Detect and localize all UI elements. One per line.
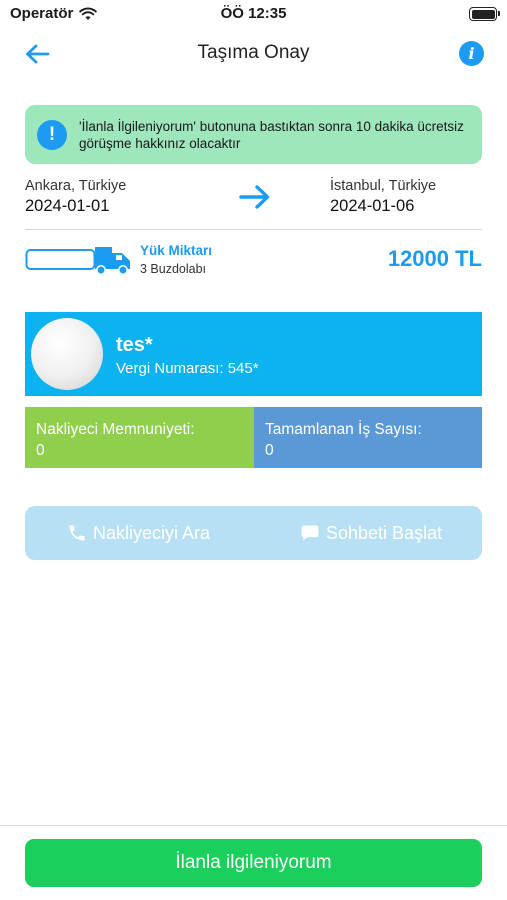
destination-date: 2024-01-06 [330, 197, 415, 215]
carrier-tax-number: Vergi Numarası: 545* [116, 360, 259, 377]
divider [25, 229, 482, 230]
origin-date: 2024-01-01 [25, 197, 110, 215]
phone-icon [69, 525, 85, 541]
satisfaction-value: 0 [36, 442, 45, 459]
page-title: Taşıma Onay [197, 42, 310, 63]
interested-button[interactable]: İlanla ilgileniyorum [25, 839, 482, 887]
alert-icon: ! [37, 119, 67, 150]
load-value: 3 Buzdolabı [140, 262, 207, 276]
completed-jobs-value: 0 [265, 442, 274, 459]
info-icon: i [468, 44, 475, 63]
chat-bubble-icon [301, 525, 319, 541]
status-time: ÖÖ 12:35 [220, 5, 287, 22]
battery-icon [469, 7, 500, 21]
nav-bar: Taşıma Onay i [0, 30, 507, 78]
bottom-divider [0, 825, 507, 826]
origin-city: Ankara, Türkiye [25, 178, 127, 194]
start-chat-button[interactable]: Sohbeti Başlat [300, 506, 442, 560]
load-label: Yük Miktarı [140, 243, 213, 258]
completed-jobs-label: Tamamlanan İş Sayısı: [265, 421, 422, 438]
arrow-right-icon [239, 185, 270, 209]
carrier-card[interactable]: tes* Vergi Numarası: 545* [25, 312, 482, 396]
call-carrier-button[interactable]: Nakliyeciyi Ara [67, 506, 210, 560]
route-summary: Ankara, Türkiye 2024-01-01 İstanbul, Tür… [25, 176, 482, 228]
avatar [31, 318, 103, 390]
completed-jobs-stat: Tamamlanan İş Sayısı: 0 [254, 407, 482, 468]
contact-actions: Nakliyeciyi Ara Sohbeti Başlat [25, 506, 482, 560]
carrier-stats: Nakliyeci Memnuniyeti: 0 Tamamlanan İş S… [25, 407, 482, 468]
notice-text: 'İlanla İlgileniyorum' butonuna bastıkta… [79, 118, 464, 151]
start-chat-label: Sohbeti Başlat [326, 522, 443, 543]
load-info: Yük Miktarı 3 Buzdolabı 12000 TL [25, 240, 482, 280]
info-button[interactable]: i [459, 41, 484, 66]
info-notice: ! 'İlanla İlgileniyorum' butonuna bastık… [25, 105, 482, 164]
satisfaction-stat: Nakliyeci Memnuniyeti: 0 [25, 407, 254, 468]
truck-icon [25, 247, 130, 275]
destination-city: İstanbul, Türkiye [330, 178, 437, 194]
carrier-name: tes* [116, 334, 153, 356]
call-carrier-label: Nakliyeciyi Ara [93, 522, 211, 543]
route-origin: Ankara, Türkiye 2024-01-01 [25, 178, 126, 216]
price: 12000 TL [387, 246, 482, 271]
satisfaction-label: Nakliyeci Memnuniyeti: [36, 421, 195, 438]
status-bar: Operatör ÖÖ 12:35 [0, 0, 507, 30]
route-destination: İstanbul, Türkiye 2024-01-06 [330, 178, 436, 216]
